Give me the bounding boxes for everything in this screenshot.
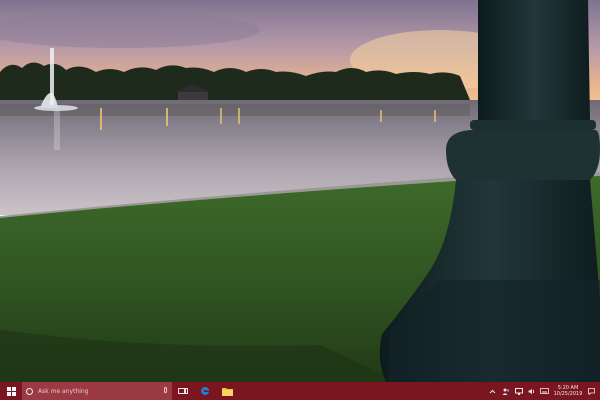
volume-button[interactable]: [525, 382, 538, 400]
taskbar-clock[interactable]: 5:20 AM 10/25/2019: [551, 382, 585, 400]
people-button[interactable]: [499, 382, 512, 400]
wallpaper-image: [0, 0, 600, 382]
system-tray: 5:20 AM 10/25/2019: [486, 382, 600, 400]
notification-icon: [587, 387, 595, 395]
edge-button[interactable]: [194, 382, 216, 400]
edge-icon: [201, 387, 209, 395]
chevron-up-icon: [489, 389, 496, 393]
input-language-button[interactable]: [538, 382, 551, 400]
network-button[interactable]: [512, 382, 525, 400]
network-icon: [514, 387, 523, 395]
file-explorer-button[interactable]: [216, 382, 238, 400]
search-placeholder: Ask me anything: [38, 387, 89, 395]
people-icon: [502, 388, 509, 395]
windows-logo-icon: [6, 386, 16, 396]
task-view-icon: [178, 388, 188, 394]
file-explorer-icon: [221, 387, 233, 396]
cortana-icon: [26, 387, 33, 395]
keyboard-icon: [540, 388, 549, 394]
task-view-button[interactable]: [172, 382, 194, 400]
taskbar: Ask me anything 5:20 AM 10/25/2019: [0, 382, 600, 400]
action-center-button[interactable]: [585, 382, 597, 400]
search-box[interactable]: Ask me anything: [22, 382, 172, 400]
show-hidden-icons-button[interactable]: [486, 382, 499, 400]
microphone-icon[interactable]: [164, 387, 167, 393]
volume-icon: [528, 388, 534, 394]
desktop-wallpaper: [0, 0, 600, 382]
clock-date: 10/25/2019: [553, 391, 583, 397]
start-button[interactable]: [0, 382, 22, 400]
